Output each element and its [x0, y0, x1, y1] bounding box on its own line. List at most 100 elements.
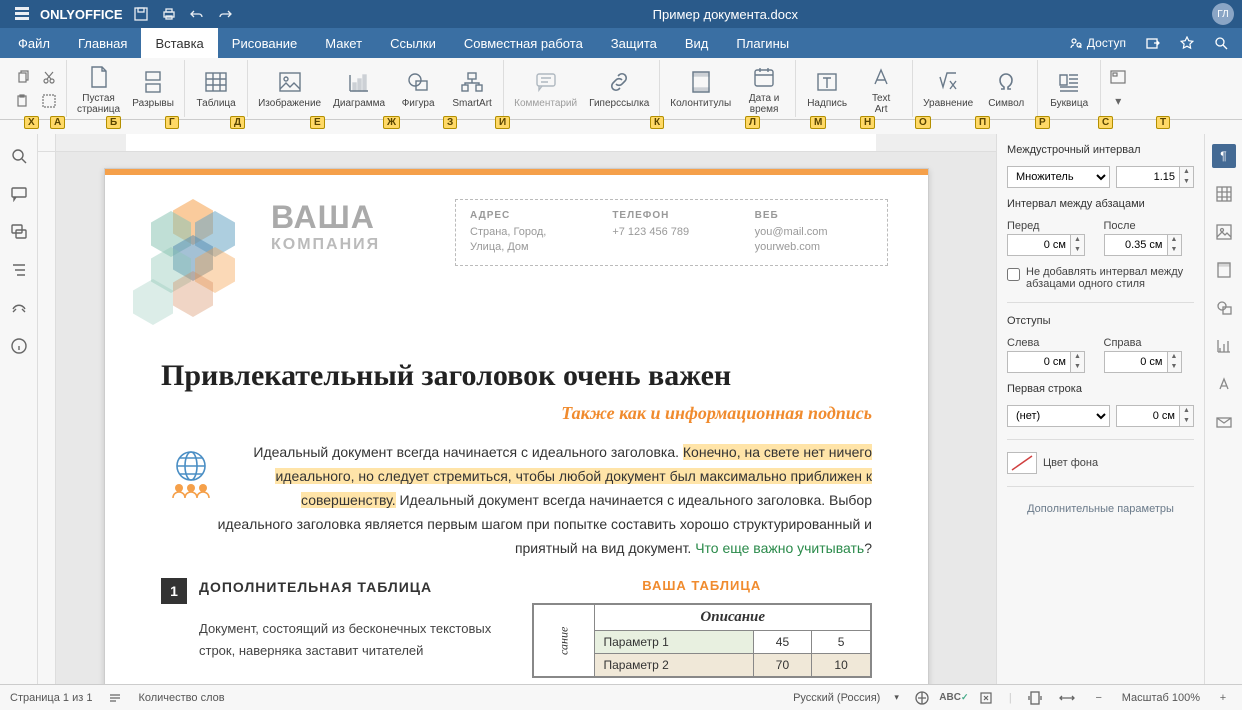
textart-tab-icon[interactable] [1212, 372, 1236, 396]
page-indicator[interactable]: Страница 1 из 1 [10, 692, 92, 704]
user-avatar[interactable]: ГЛ [1212, 3, 1234, 25]
comment-button: Комментарий [510, 66, 581, 111]
no-add-spacing-checkbox[interactable] [1007, 268, 1020, 281]
zoom-out-icon[interactable]: − [1090, 689, 1108, 707]
tab-protection[interactable]: Защита [597, 28, 671, 58]
zoom-indicator[interactable]: Масштаб 100% [1122, 692, 1200, 704]
copy-icon[interactable] [12, 67, 34, 87]
keytip: С [1098, 116, 1113, 129]
header-tab-icon[interactable] [1212, 258, 1236, 282]
headers-button[interactable]: Колонтитулы [666, 66, 735, 111]
image-tab-icon[interactable] [1212, 220, 1236, 244]
keytip: Т [1156, 116, 1170, 129]
favorite-icon[interactable] [1170, 28, 1204, 58]
page: ВАША КОМПАНИЯ АДРЕССтрана, Город,Улица, … [104, 168, 929, 684]
tab-plugins[interactable]: Плагины [722, 28, 803, 58]
spinner[interactable]: ▲▼ [1180, 166, 1194, 188]
wordcount-icon[interactable] [106, 689, 124, 707]
chevron-down-icon[interactable]: ▾ [1107, 91, 1129, 111]
table-title: ВАША ТАБЛИЦА [532, 578, 873, 593]
blank-page-button[interactable]: Пустаястраница [73, 61, 124, 117]
keytip: З [443, 116, 457, 129]
left-toolbar [0, 134, 38, 684]
bgcolor-picker[interactable] [1007, 452, 1037, 474]
titlebar: ONLYOFFICE Пример документа.docx ГЛ [0, 0, 1242, 28]
smartart-button[interactable]: SmartArt [447, 66, 497, 111]
cut-icon[interactable] [38, 67, 60, 87]
tab-collaboration[interactable]: Совместная работа [450, 28, 597, 58]
spellcheck-toggle-icon[interactable]: ABC✓ [945, 689, 963, 707]
share-button[interactable]: Доступ [1059, 28, 1136, 58]
search-icon[interactable] [1204, 28, 1238, 58]
keytip: Л [745, 116, 760, 129]
indent-right-input[interactable] [1104, 351, 1168, 373]
spellcheck-icon[interactable] [913, 689, 931, 707]
symbol-button[interactable]: Символ [981, 66, 1031, 111]
open-location-icon[interactable] [1136, 28, 1170, 58]
tab-file[interactable]: Файл [4, 28, 64, 58]
fit-page-icon[interactable] [1026, 689, 1044, 707]
spacing-after-input[interactable] [1104, 234, 1168, 256]
keytip: М [810, 116, 826, 129]
wordcount-label[interactable]: Количество слов [138, 692, 224, 704]
feedback-icon[interactable] [7, 296, 31, 320]
keytip: Д [230, 116, 245, 129]
redo-icon[interactable] [213, 2, 237, 26]
linespacing-mode-select[interactable]: Множитель [1007, 166, 1110, 188]
logo-graphic [141, 199, 261, 339]
print-icon[interactable] [157, 2, 181, 26]
linespacing-value-input[interactable] [1116, 166, 1180, 188]
chart-tab-icon[interactable] [1212, 334, 1236, 358]
fit-width-icon[interactable] [1058, 689, 1076, 707]
app-logo: ONLYOFFICE [36, 7, 127, 22]
hyperlink-text[interactable]: Что еще важно учитывать [695, 540, 864, 556]
vertical-ruler[interactable] [38, 152, 56, 684]
datetime-button[interactable]: Дата ивремя [739, 61, 789, 117]
about-icon[interactable] [7, 334, 31, 358]
select-all-icon[interactable] [38, 91, 60, 111]
equation-button[interactable]: Уравнение [919, 66, 977, 111]
tab-layout[interactable]: Макет [311, 28, 376, 58]
mailmerge-tab-icon[interactable] [1212, 410, 1236, 434]
firstline-value-input[interactable] [1116, 405, 1180, 427]
textart-button[interactable]: TextArt [856, 61, 906, 117]
trackchanges-icon[interactable] [977, 689, 995, 707]
tab-references[interactable]: Ссылки [376, 28, 450, 58]
company-subtitle: КОМПАНИЯ [271, 236, 380, 254]
search-panel-icon[interactable] [7, 144, 31, 168]
horizontal-ruler[interactable] [38, 134, 996, 152]
zoom-in-icon[interactable]: + [1214, 689, 1232, 707]
keytip: К [650, 116, 664, 129]
comments-panel-icon[interactable] [7, 182, 31, 206]
paste-icon[interactable] [12, 91, 34, 111]
textbox-button[interactable]: Надпись [802, 66, 852, 111]
table-tab-icon[interactable] [1212, 182, 1236, 206]
table-button[interactable]: Таблица [191, 66, 241, 111]
firstline-mode-select[interactable]: (нет) [1007, 405, 1110, 427]
image-button[interactable]: Изображение [254, 66, 325, 111]
shape-tab-icon[interactable] [1212, 296, 1236, 320]
tab-home[interactable]: Главная [64, 28, 141, 58]
advanced-link[interactable]: Дополнительные параметры [1007, 503, 1194, 515]
dropcap-button[interactable]: Буквица [1044, 66, 1094, 111]
breaks-button[interactable]: Разрывы [128, 66, 178, 111]
chat-panel-icon[interactable] [7, 220, 31, 244]
save-icon[interactable] [129, 2, 153, 26]
shape-button[interactable]: Фигура [393, 66, 443, 111]
app-menu-icon[interactable] [10, 2, 34, 26]
paragraph-tab-icon[interactable]: ¶ [1212, 144, 1236, 168]
controls-icon[interactable] [1107, 67, 1129, 87]
tab-draw[interactable]: Рисование [218, 28, 311, 58]
chart-button[interactable]: Диаграмма [329, 66, 389, 111]
tab-insert[interactable]: Вставка [141, 28, 217, 58]
keytip: Е [310, 116, 325, 129]
indent-left-input[interactable] [1007, 351, 1071, 373]
hyperlink-button[interactable]: Гиперссылка [585, 66, 653, 111]
tab-view[interactable]: Вид [671, 28, 723, 58]
undo-icon[interactable] [185, 2, 209, 26]
language-indicator[interactable]: Русский (Россия) [793, 692, 880, 704]
spacing-before-input[interactable] [1007, 234, 1071, 256]
document-canvas[interactable]: ВАША КОМПАНИЯ АДРЕССтрана, Город,Улица, … [56, 152, 996, 684]
menu-tabs: Файл Главная Вставка Рисование Макет Ссы… [0, 28, 1242, 58]
navigation-panel-icon[interactable] [7, 258, 31, 282]
